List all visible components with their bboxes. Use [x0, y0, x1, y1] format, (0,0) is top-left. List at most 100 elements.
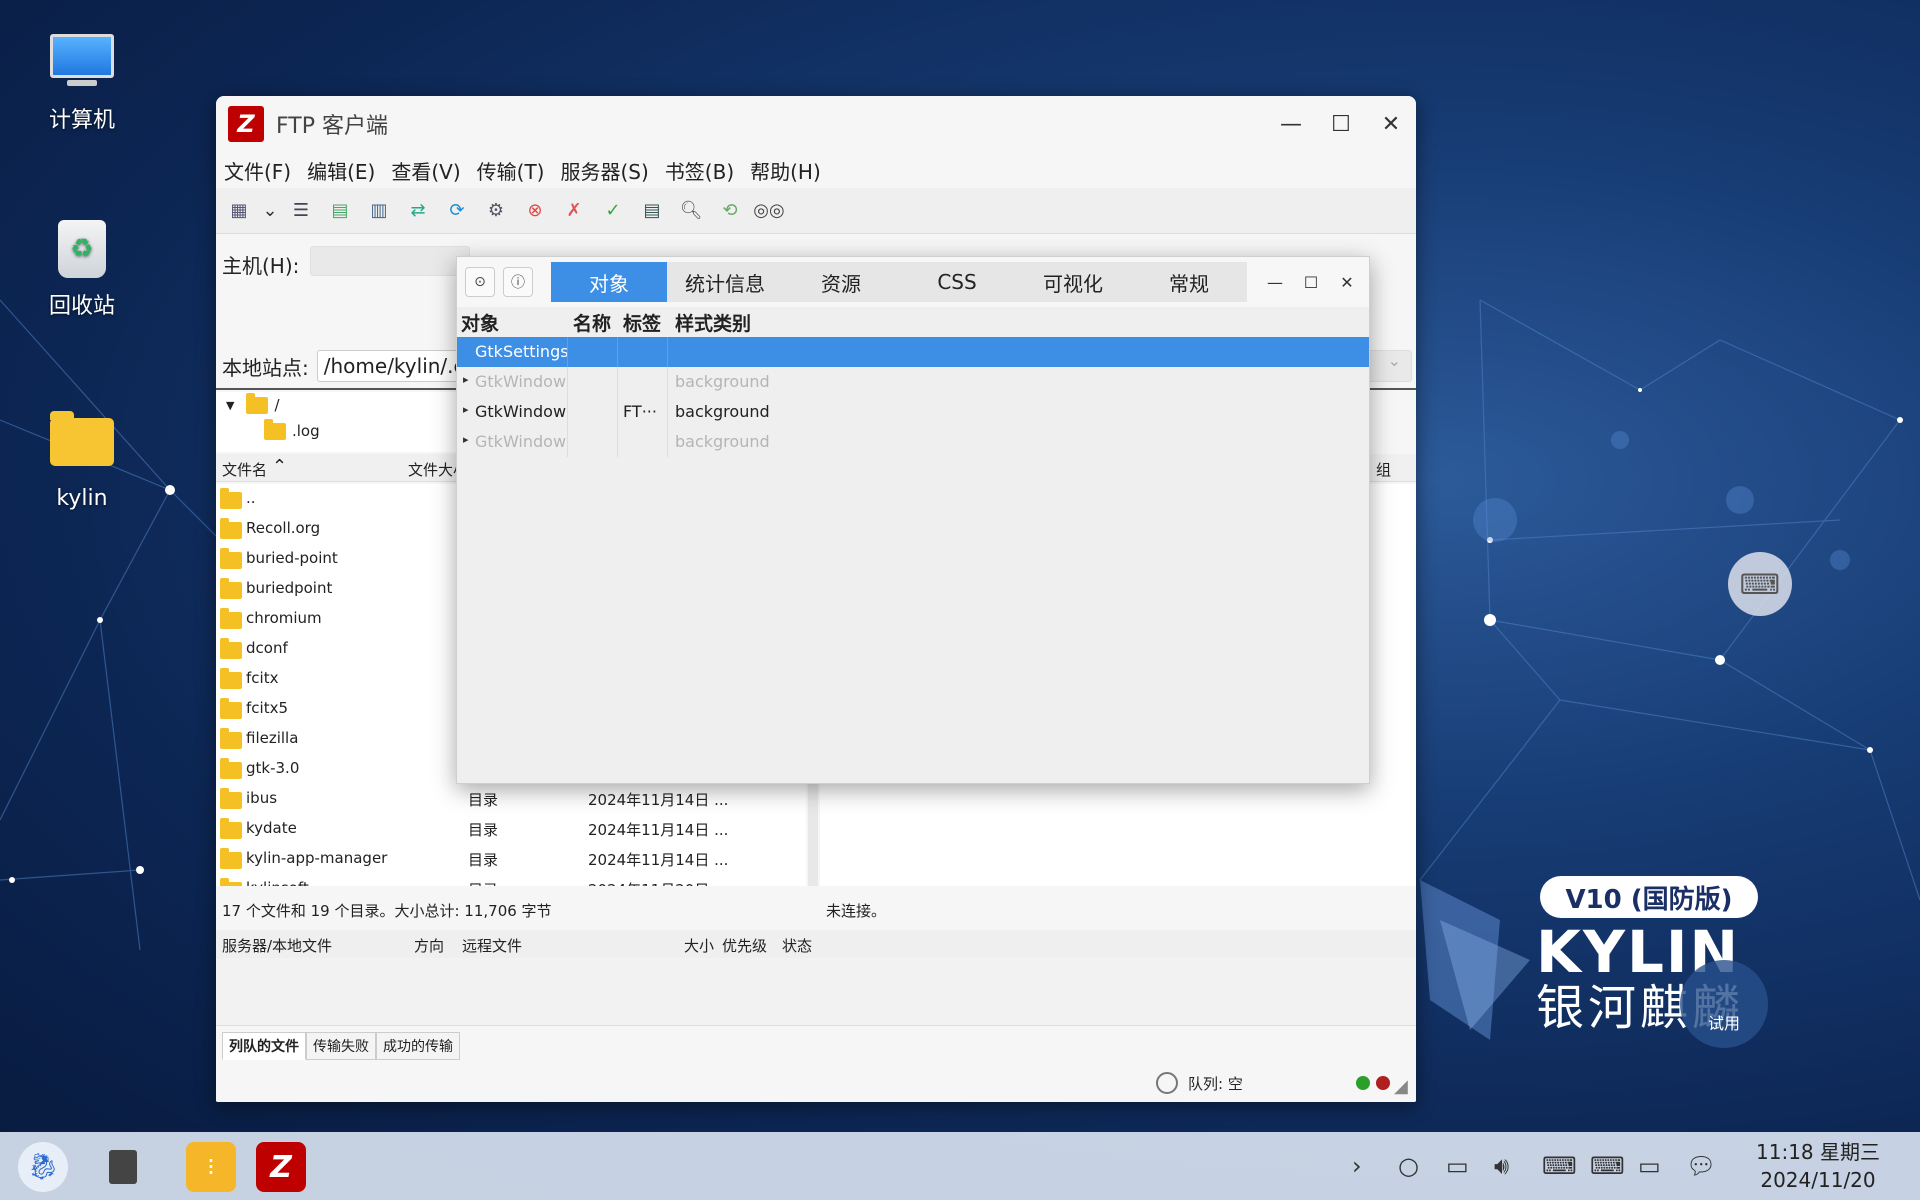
search-icon[interactable]: 🔍︎	[676, 196, 706, 226]
resize-grip-icon[interactable]: ◢	[1394, 1076, 1408, 1097]
trial-badge[interactable]: 试用	[1680, 960, 1768, 1048]
expander-icon[interactable]: ▸	[463, 403, 469, 416]
message-log-icon[interactable]: ☰	[286, 196, 316, 226]
network-icon[interactable]: ▭	[1446, 1152, 1469, 1180]
desktop-icon-computer[interactable]: 计算机	[22, 34, 142, 134]
tab-statistics[interactable]: 统计信息	[667, 262, 783, 302]
remote-tree-icon[interactable]: ▥	[364, 196, 394, 226]
tab-queued-files[interactable]: 列队的文件	[222, 1032, 306, 1060]
chevron-down-icon[interactable]: ⌄	[262, 196, 277, 226]
object-tree-row[interactable]: GtkSettings	[457, 337, 1369, 367]
column-header-object[interactable]: 对象	[461, 309, 499, 336]
speed-limit-icon[interactable]	[1156, 1072, 1178, 1094]
folder-icon	[246, 392, 269, 414]
menu-help[interactable]: 帮助(H)	[750, 156, 821, 185]
keyboard-icon[interactable]: ⌨	[1590, 1152, 1625, 1180]
list-item[interactable]: kylin-app-manager 目录 2024年11月14日 ...	[216, 844, 806, 874]
ftp-titlebar[interactable]: Z FTP 客户端 — ☐ ✕	[216, 96, 1416, 152]
notification-icon[interactable]: 💬︎	[1686, 1152, 1716, 1180]
column-header-remote[interactable]: 组	[1376, 459, 1391, 480]
local-tree-icon[interactable]: ▤	[325, 196, 355, 226]
column-header-style[interactable]: 样式类别	[675, 309, 751, 336]
filezilla-taskbar-button[interactable]: Z	[256, 1142, 306, 1192]
folder-icon	[220, 788, 242, 809]
queue-col-direction[interactable]: 方向	[414, 935, 444, 956]
multitask-view-button[interactable]	[98, 1142, 148, 1192]
disconnect-icon[interactable]: ✗	[559, 196, 589, 226]
select-object-icon[interactable]: ⊙	[465, 267, 495, 297]
tab-successful-transfers[interactable]: 成功的传输	[376, 1032, 460, 1060]
folder-icon	[220, 728, 242, 749]
menu-view[interactable]: 查看(V)	[391, 156, 460, 185]
menu-bookmarks[interactable]: 书签(B)	[665, 156, 734, 185]
chevron-right-icon[interactable]: ›	[1352, 1152, 1362, 1180]
file-manager-button[interactable]: ⁝	[186, 1142, 236, 1192]
expander-icon[interactable]: ▸	[463, 433, 469, 446]
list-item[interactable]: ibus 目录 2024年11月14日 ...	[216, 784, 806, 814]
file-type: 目录	[468, 851, 499, 869]
queue-col-status[interactable]: 状态	[782, 935, 812, 956]
column-header-label[interactable]: 标签	[623, 309, 661, 336]
tree-row-log[interactable]: .log	[216, 418, 456, 444]
column-header-name[interactable]: 名称	[573, 309, 611, 336]
info-icon[interactable]: ⓘ	[503, 267, 533, 297]
input-method-icon[interactable]: ⌨	[1542, 1152, 1577, 1180]
computer-icon	[47, 34, 117, 94]
close-button[interactable]: ✕	[1329, 264, 1365, 300]
queue-col-size[interactable]: 大小	[684, 935, 714, 956]
object-tree-row[interactable]: ▸ GtkWindow background	[457, 427, 1369, 457]
close-button[interactable]: ✕	[1366, 99, 1416, 149]
tab-resources[interactable]: 资源	[783, 262, 899, 302]
clock[interactable]: 11:18 星期三 2024/11/20	[1756, 1138, 1880, 1194]
menu-file[interactable]: 文件(F)	[224, 156, 291, 185]
search-icon[interactable]: ○	[1398, 1152, 1419, 1180]
refresh-icon[interactable]: ⟳	[442, 196, 472, 226]
find-files-icon[interactable]: ◎◎	[753, 196, 784, 226]
maximize-button[interactable]: ☐	[1293, 264, 1329, 300]
queue-tabs: 列队的文件 传输失败 成功的传输	[222, 1032, 460, 1060]
list-item[interactable]: kylinsoft 目录 2024年11月20日 ...	[216, 874, 806, 886]
menu-edit[interactable]: 编辑(E)	[307, 156, 375, 185]
tab-general[interactable]: 常规	[1131, 262, 1247, 302]
queue-col-server-file[interactable]: 服务器/本地文件	[222, 935, 332, 956]
start-menu-button[interactable]: 🐉︎	[18, 1142, 68, 1192]
queue-col-remote-file[interactable]: 远程文件	[462, 935, 522, 956]
volume-icon[interactable]: 🔊︎	[1494, 1152, 1509, 1180]
host-input[interactable]	[310, 246, 470, 276]
style-cell: background	[675, 372, 770, 391]
site-manager-icon[interactable]: ▦	[224, 196, 254, 226]
expander-icon[interactable]: ▸	[463, 373, 469, 386]
directory-listing-filter-icon[interactable]: ▤	[637, 196, 667, 226]
process-queue-icon[interactable]: ⚙	[481, 196, 511, 226]
tree-row-root[interactable]: ▼ /	[216, 392, 456, 418]
object-tree-row[interactable]: ▸ GtkWindow FT··· background	[457, 397, 1369, 427]
column-header-filename[interactable]: 文件名	[222, 459, 267, 480]
reconnect-icon[interactable]: ✓	[598, 196, 628, 226]
folder-icon	[220, 758, 242, 779]
tab-failed-transfers[interactable]: 传输失败	[306, 1032, 376, 1060]
maximize-button[interactable]: ☐	[1316, 99, 1366, 149]
folder-icon	[220, 578, 242, 599]
minimize-button[interactable]: —	[1257, 264, 1293, 300]
tab-css[interactable]: CSS	[899, 262, 1015, 302]
file-manager-icon: ⁝	[207, 1153, 215, 1181]
tab-objects[interactable]: 对象	[551, 262, 667, 302]
tab-visual[interactable]: 可视化	[1015, 262, 1131, 302]
object-tree-row[interactable]: ▸ GtkWindow background	[457, 367, 1369, 397]
desktop-icon-recycle-bin[interactable]: ♻ 回收站	[22, 220, 142, 320]
cancel-icon[interactable]: ⊗	[520, 196, 550, 226]
queue-col-priority[interactable]: 优先级	[722, 935, 767, 956]
folder-icon	[220, 488, 242, 509]
sync-browsing-icon[interactable]: ⟲	[715, 196, 745, 226]
desktop-icon-home[interactable]: kylin	[22, 411, 142, 511]
list-item[interactable]: kydate 目录 2024年11月14日 ...	[216, 814, 806, 844]
battery-icon[interactable]: ▭	[1638, 1152, 1661, 1180]
transfer-queue-icon[interactable]: ⇄	[403, 196, 433, 226]
virtual-keyboard-button[interactable]: ⌨	[1728, 552, 1792, 616]
minimize-button[interactable]: —	[1266, 99, 1316, 149]
trial-text: 试用	[1707, 1014, 1740, 1033]
menu-transfer[interactable]: 传输(T)	[477, 156, 545, 185]
inspector-header[interactable]: ⊙ ⓘ 对象 统计信息 资源 CSS 可视化 常规 — ☐ ✕	[457, 257, 1369, 307]
menu-server[interactable]: 服务器(S)	[560, 156, 648, 185]
label-cell: FT···	[623, 402, 657, 421]
